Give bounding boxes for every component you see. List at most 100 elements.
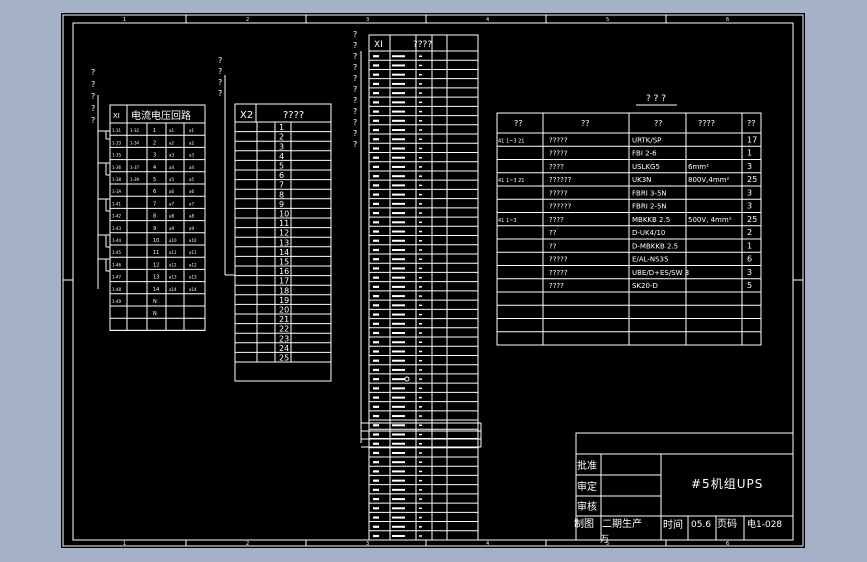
page-label: 页码 [717,518,737,530]
draw-signature: 万 [600,535,609,545]
parts-table-cell: ????? [549,256,568,264]
marker-question: ? [353,74,357,83]
parts-table-cell: ?? [549,242,557,250]
parts-table-cell: UBE/D+ES/SW 3 [632,269,689,277]
parts-table-cell: ????? [549,189,568,197]
review-label: 审定 [577,480,597,493]
parts-table-header-cell: ?? [654,119,663,128]
frame-tick-label: 5 [606,17,609,23]
marker-question: ? [353,85,357,94]
strip-x1-cell: a13 [169,275,177,280]
strip-x1-cell: 1-34 [130,140,140,145]
strip-x1-cell: a6 [169,189,174,194]
parts-table-cell: ???? [549,282,564,290]
parts-table-cell: 3 [747,268,752,277]
parts-table-cell: 25 [747,175,757,184]
strip-x3-connection-dot [404,376,410,382]
strip-x1-terminal: 5 [153,177,156,183]
strip-x2-terminal: 8 [279,190,284,199]
strip-x2-terminal: 7 [279,181,284,190]
strip-x1-cell: a12 [169,262,177,267]
strip-x1-cell: a10 [169,238,177,243]
strip-x1-cell: a12 [189,262,197,267]
time-value: 05.6 [691,520,711,530]
parts-table-cell: 3 [747,202,752,211]
strip-x1-cell: 1-37 [130,165,140,170]
parts-table: ? ? ??????????? ??41 1~3 21????? URTK/SP 17… [496,94,762,346]
strip-x1-cell: a2 [169,140,174,145]
strip-x2-terminal: 5 [279,162,284,171]
strip-x1-cell: a10 [189,238,197,243]
strip-x3-header-id: XI [374,40,383,50]
marker-question: ? [91,92,95,101]
strip-x2-terminal: 15 [279,258,289,267]
parts-table-header-cell: ???? [698,119,715,128]
marker-question: ? [353,41,357,50]
parts-table-cell: ?????? [549,203,572,211]
strip-x2-terminal: 19 [279,296,289,305]
strip-x2-terminal: 6 [279,171,284,180]
strip-x2-terminal: 3 [279,142,284,151]
frame-tick-label: 3 [366,17,369,23]
parts-table-cell: 3 [747,188,752,197]
marker-question: ? [353,129,357,138]
strip-x1-cell: a2 [189,140,194,145]
marker-question: ? [353,107,357,116]
strip-x1-cell: a14 [189,287,197,292]
strip-x1-cell: a4 [169,165,174,170]
parts-table-caption: ? ? ? [646,94,666,104]
strip-x1-cell: 1-49 [112,299,122,304]
strip-x1-terminal: N [153,311,157,317]
strip-x1-cell: 1-32 [130,128,140,133]
terminal-strip-x3: XI??????????????? [353,30,482,541]
strip-x1-cell: 1-35 [112,153,122,158]
strip-x2-terminal: 23 [279,334,289,343]
strip-x1-cell: a9 [189,226,194,231]
parts-table-cell: FBRI 2-5N [632,203,667,211]
strip-x1-cell: 1-42 [112,214,122,219]
strip-x1-header-id: XI [113,112,120,120]
parts-table-cell: 2 [747,228,752,237]
strip-x1-cell: 1-33 [112,140,122,145]
strip-x1-cell: 1-31 [112,128,122,133]
strip-x2-terminal: 11 [279,219,289,228]
strip-x2-terminal: 12 [279,229,289,238]
marker-question: ? [353,30,357,39]
strip-x1-terminal: N [153,299,157,305]
strip-x2-terminal: 9 [279,200,284,209]
marker-question: ? [353,63,357,72]
terminal-strip-x1: XI 电流电压回路 1-31 1-32 1 a1 a1 1-33 1-34 2 a2 a2 1-35 3 a… [91,68,206,331]
parts-table-cell: ????? [549,136,568,144]
strip-x2-footer [234,361,332,382]
marker-question: ? [218,67,222,76]
strip-x1-terminal: 12 [153,262,159,268]
strip-x1-cell: a7 [169,201,174,206]
parts-table-cell: UK3N [632,176,651,184]
parts-table-cell: 5 [747,281,752,290]
strip-x1-cell: a1 [189,128,194,133]
parts-table-cell: SK20-D [632,282,658,290]
strip-x2-terminal: 2 [279,133,284,142]
stage-label: 二期生产 [602,517,642,530]
strip-x1-cell: 1-48 [112,287,122,292]
parts-table-cell: ????? [549,150,568,158]
strip-x1-terminal: 4 [153,165,156,171]
parts-table-cell: D-UK4/10 [632,229,665,237]
strip-x2-terminal: 4 [279,152,284,161]
strip-x1-cell: a4 [189,165,194,170]
marker-question: ? [353,52,357,61]
terminal-wiring-drawing: 112233445566 XI 电流电压回路1-31 1-32 1 a1 a11-33 1-… [62,14,804,547]
frame-tick-label: 3 [366,541,369,547]
parts-table-cell: E/AL-NS35 [632,256,668,264]
strip-x1-terminal: 3 [153,153,156,159]
strip-x1-terminal: 14 [153,287,159,293]
strip-x2-header-id: X2 [240,110,253,121]
frame-ticks: 112233445566 [63,15,803,547]
strip-x3-header-title: ???? [413,40,432,50]
parts-table-cell: ?????? [549,176,572,184]
strip-x3-frame [368,34,479,541]
strip-x1-cell: a5 [169,177,174,182]
strip-x2-header-title: ???? [283,110,304,121]
parts-table-cell: URTK/SP [632,136,661,144]
strip-x1-cell: 1-44 [112,238,122,243]
